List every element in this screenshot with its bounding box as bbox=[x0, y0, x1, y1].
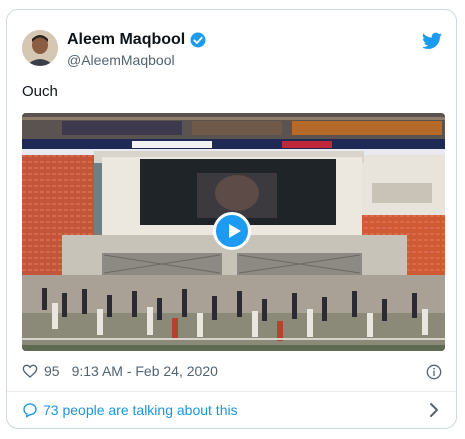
twitter-bird-icon[interactable] bbox=[422, 32, 442, 50]
tweet-meta: 95 9:13 AM - Feb 24, 2020 bbox=[22, 363, 218, 379]
chevron-right-icon[interactable] bbox=[428, 402, 440, 418]
author-handle[interactable]: @AleemMaqbool bbox=[67, 52, 175, 68]
avatar[interactable] bbox=[22, 30, 58, 66]
author-name[interactable]: Aleem Maqbool bbox=[67, 31, 185, 49]
tweet-timestamp[interactable]: 9:13 AM - Feb 24, 2020 bbox=[72, 363, 218, 379]
play-icon bbox=[229, 224, 241, 238]
comment-bubble-icon bbox=[23, 403, 37, 418]
tweet-card: Aleem Maqbool @AleemMaqbool Ouch 95 9:13… bbox=[6, 9, 457, 429]
play-button[interactable] bbox=[213, 212, 251, 250]
verified-badge-icon bbox=[190, 32, 206, 48]
tweet-text: Ouch bbox=[22, 83, 58, 100]
divider bbox=[7, 391, 456, 392]
heart-icon[interactable] bbox=[22, 363, 38, 379]
video-thumbnail[interactable] bbox=[22, 113, 445, 351]
conversation-link[interactable]: 73 people are talking about this bbox=[22, 402, 238, 418]
like-count[interactable]: 95 bbox=[44, 363, 60, 379]
author-row[interactable]: Aleem Maqbool bbox=[67, 31, 207, 49]
conversation-label[interactable]: 73 people are talking about this bbox=[43, 402, 238, 418]
info-icon[interactable] bbox=[426, 364, 442, 380]
